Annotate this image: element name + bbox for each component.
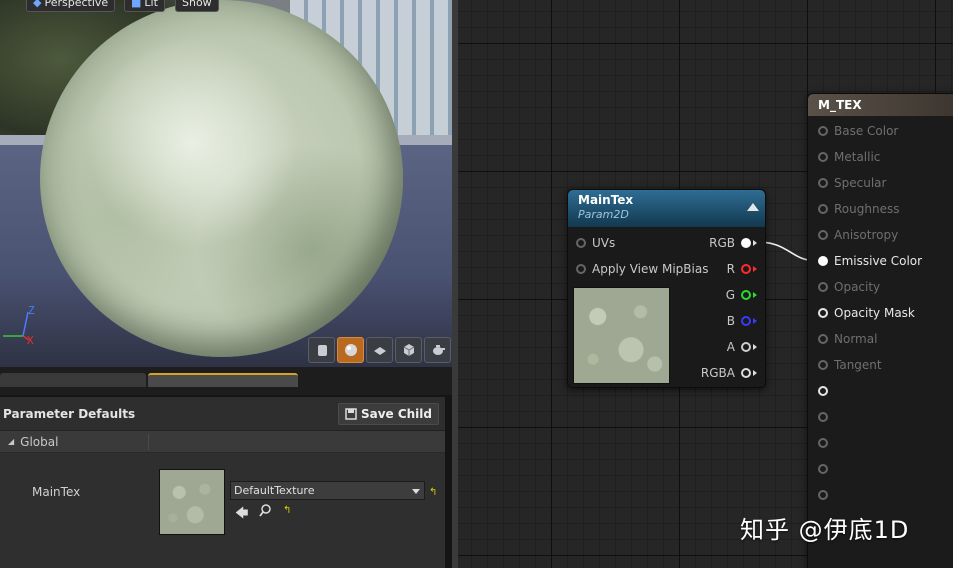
material-input-pin[interactable] <box>818 436 834 450</box>
collapse-node-icon[interactable] <box>747 203 759 211</box>
pin-arrow-icon <box>753 266 757 272</box>
pin-arrow-icon <box>753 318 757 324</box>
material-input-pin[interactable] <box>818 384 834 398</box>
pin-label: RGB <box>709 236 735 250</box>
output-pin-b[interactable]: B <box>727 314 757 328</box>
pin-label: Metallic <box>834 150 881 164</box>
pin-arrow-icon <box>753 240 757 246</box>
pin-uvs-icon[interactable] <box>576 238 586 248</box>
output-pin-a[interactable]: A <box>727 340 757 354</box>
material-input-pin[interactable]: Roughness <box>818 202 899 216</box>
pin-r-icon[interactable] <box>741 264 751 274</box>
pin-icon[interactable] <box>818 256 828 266</box>
pin-label: Opacity <box>834 280 881 294</box>
pin-label: Specular <box>834 176 887 190</box>
input-pin-uvs[interactable]: UVs <box>576 236 615 250</box>
material-input-pin[interactable] <box>818 410 834 424</box>
input-pin-mipbias[interactable]: Apply View MipBias <box>576 262 708 276</box>
pin-label: A <box>726 340 735 354</box>
output-pin-g[interactable]: G <box>726 288 757 302</box>
pin-label: Tangent <box>834 358 882 372</box>
pin-a-icon[interactable] <box>741 342 751 352</box>
pin-icon[interactable] <box>818 308 828 318</box>
pin-label: Apply View MipBias <box>592 262 709 276</box>
output-pin-rgb[interactable]: RGB <box>709 236 757 250</box>
pin-arrow-icon <box>753 344 757 350</box>
pin-label: RGBA <box>700 366 735 380</box>
material-input-pin[interactable] <box>818 462 834 476</box>
node-title: MainTex <box>578 193 634 207</box>
pin-label: B <box>726 314 735 328</box>
pin-rgb-icon[interactable] <box>741 238 751 248</box>
pin-label: Opacity Mask <box>834 306 915 320</box>
node-subtitle: Param2D <box>578 208 629 221</box>
material-input-pin[interactable]: Opacity Mask <box>818 306 915 320</box>
pin-icon[interactable] <box>818 178 828 188</box>
material-input-pin[interactable]: Opacity <box>818 280 880 294</box>
pin-label: UVs <box>592 236 616 250</box>
pin-icon[interactable] <box>818 412 828 422</box>
output-pin-rgba[interactable]: RGBA <box>701 366 757 380</box>
output-pin-r[interactable]: R <box>727 262 757 276</box>
node-maintex-header[interactable]: MainTex Param2D <box>568 190 765 227</box>
pin-label: Anisotropy <box>834 228 899 242</box>
pin-icon[interactable] <box>818 334 828 344</box>
pin-rgba-icon[interactable] <box>741 368 751 378</box>
material-input-pin[interactable]: Anisotropy <box>818 228 898 242</box>
material-input-pin[interactable]: Metallic <box>818 150 880 164</box>
pin-label: Roughness <box>834 202 900 216</box>
pin-b-icon[interactable] <box>741 316 751 326</box>
pin-arrow-icon <box>753 370 757 376</box>
pin-label: Normal <box>834 332 878 346</box>
material-input-pin[interactable]: Tangent <box>818 358 882 372</box>
material-input-pin[interactable] <box>818 488 834 502</box>
pin-icon[interactable] <box>818 490 828 500</box>
pin-icon[interactable] <box>818 230 828 240</box>
pin-g-icon[interactable] <box>741 290 751 300</box>
pin-icon[interactable] <box>818 152 828 162</box>
pin-label: Emissive Color <box>834 254 923 268</box>
pin-arrow-icon <box>753 292 757 298</box>
pin-mipbias-icon[interactable] <box>576 264 586 274</box>
node-texture-preview <box>573 287 670 384</box>
material-input-pin[interactable]: Emissive Color <box>818 254 922 268</box>
pin-label: G <box>725 288 735 302</box>
pin-label: R <box>726 262 735 276</box>
pin-icon[interactable] <box>818 464 828 474</box>
node-material-header[interactable]: M_TEX <box>808 94 953 116</box>
material-input-pin[interactable]: Normal <box>818 332 877 346</box>
pin-icon[interactable] <box>818 386 828 396</box>
node-title: M_TEX <box>818 98 862 112</box>
pin-icon[interactable] <box>818 282 828 292</box>
pin-icon[interactable] <box>818 360 828 370</box>
watermark-text: 知乎 @伊底1D <box>740 516 910 544</box>
node-maintex[interactable]: MainTex Param2D UVs Apply View MipBias R… <box>567 189 766 388</box>
pin-icon[interactable] <box>818 126 828 136</box>
pin-icon[interactable] <box>818 438 828 448</box>
material-input-pin[interactable]: Base Color <box>818 124 898 138</box>
pin-label: Base Color <box>834 124 899 138</box>
pin-icon[interactable] <box>818 204 828 214</box>
material-input-pin[interactable]: Specular <box>818 176 886 190</box>
